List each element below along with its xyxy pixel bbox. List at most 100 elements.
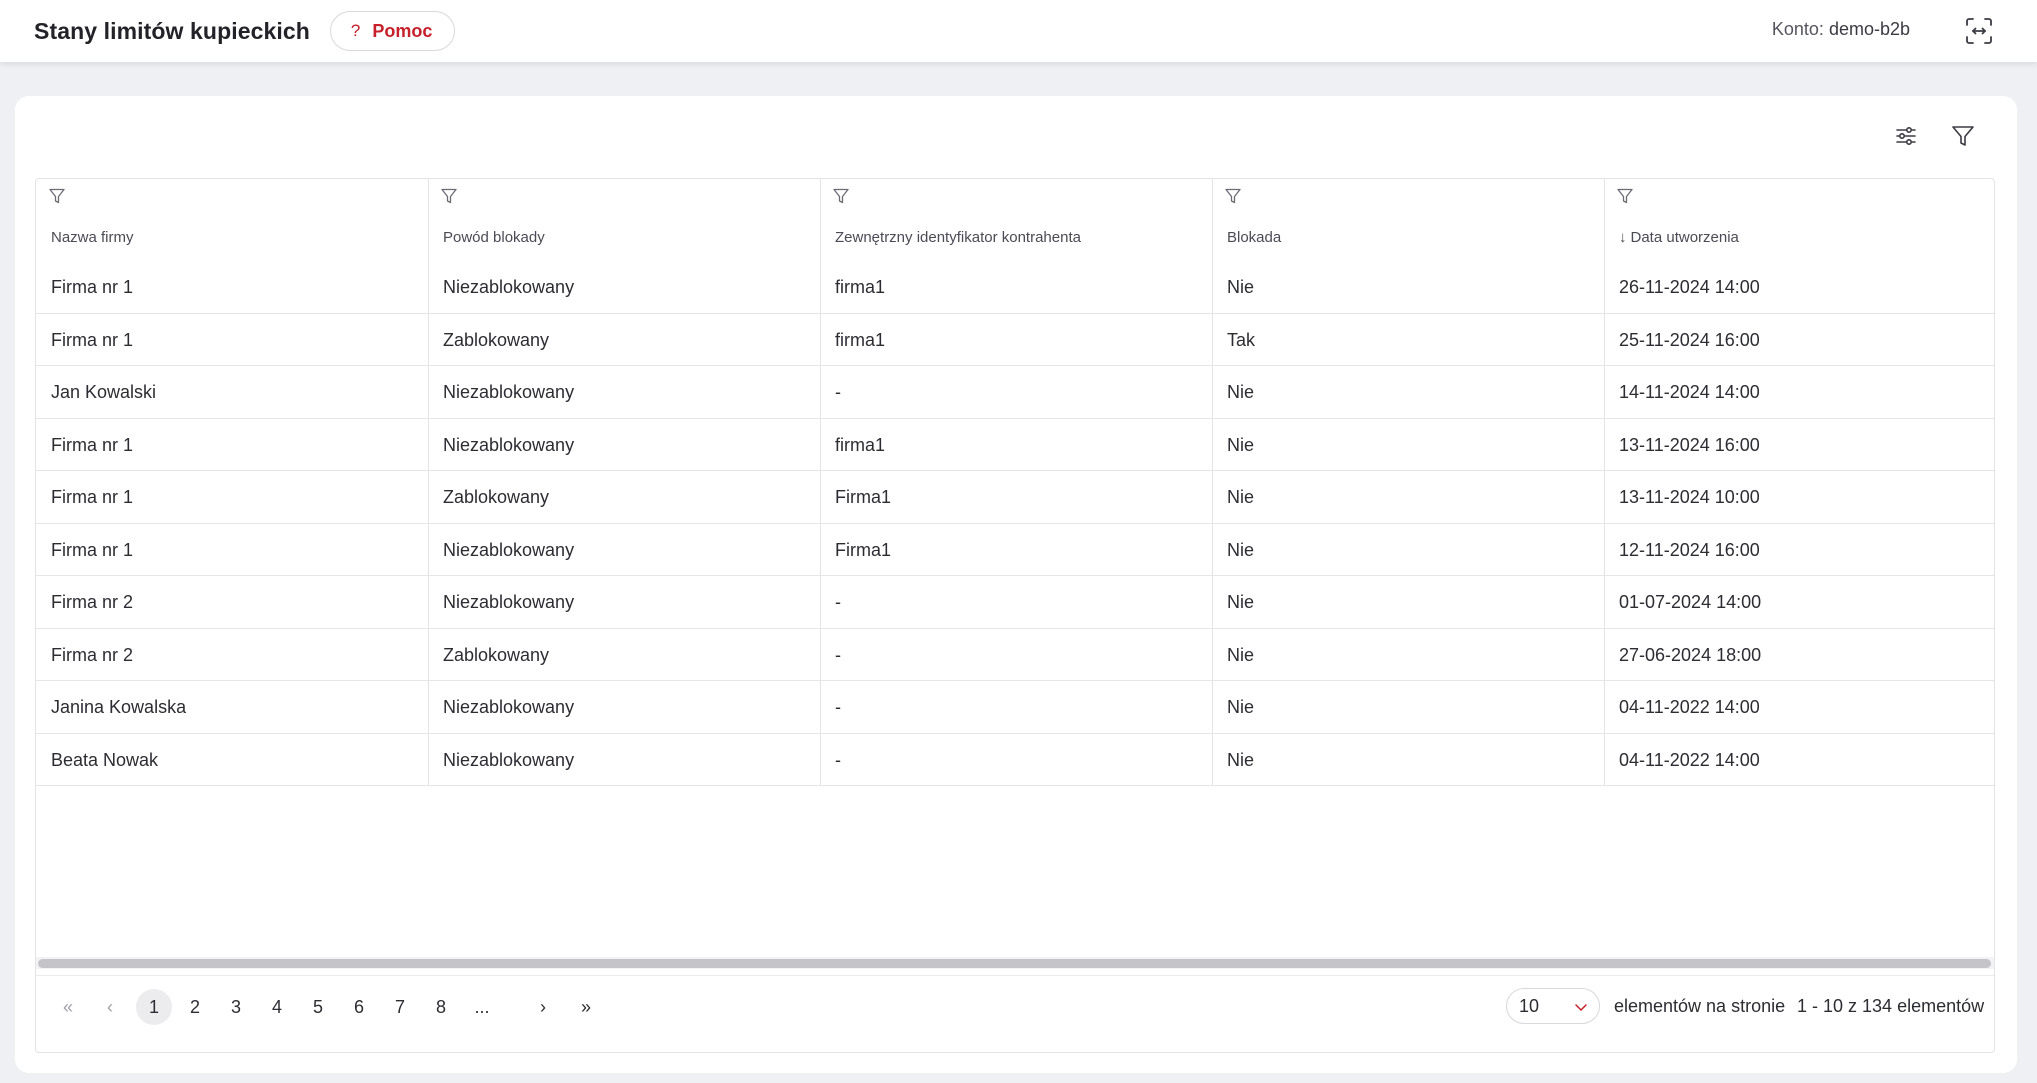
table-cell: 27-06-2024 18:00 xyxy=(1619,644,1762,665)
page-ellipsis: ... xyxy=(474,997,490,1017)
column-header[interactable]: ↓ Data utworzenia xyxy=(1604,179,1994,261)
table-row[interactable]: Firma nr 1 Niezablokowany Firma1 Nie 12-11-2… xyxy=(36,524,1994,576)
table-cell: Firma nr 2 xyxy=(51,592,134,612)
table-cell: firma1 xyxy=(835,329,886,350)
table-cell: Beata Nowak xyxy=(51,749,159,770)
table-cell: 12-11-2024 16:00 xyxy=(1619,539,1760,560)
table-cell: 04-11-2022 14:00 xyxy=(1619,749,1760,770)
table-cell: Nie xyxy=(1227,592,1255,612)
horizontal-scrollbar[interactable] xyxy=(36,957,1994,969)
table-cell: Niezablokowany xyxy=(443,277,575,297)
column-header[interactable]: Zewnętrzny identyfikator kontrahenta xyxy=(820,179,1212,261)
table-cell: 25-11-2024 16:00 xyxy=(1619,329,1760,350)
table-cell: 26-11-2024 14:00 xyxy=(1619,277,1760,297)
table-row[interactable]: Firma nr 1 Zablokowany Firma1 Nie 13-11-2024… xyxy=(36,471,1994,524)
table-cell: - xyxy=(835,697,841,717)
table-cell: - xyxy=(835,592,841,612)
page-title: Stany limitów kupieckich xyxy=(34,17,310,44)
prev-page-button[interactable]: ‹ xyxy=(92,989,128,1025)
page-button[interactable]: 8 xyxy=(423,989,459,1025)
column-header-text: Blokada xyxy=(1227,229,1282,246)
column-filter-icon[interactable] xyxy=(832,187,852,207)
column-header-label: Zewnętrzny identyfikator kontrahenta xyxy=(835,229,1081,246)
table-cell: Nie xyxy=(1227,487,1255,507)
table-cell: 04-11-2022 14:00 xyxy=(1619,697,1760,717)
table-header: Nazwa firmy Powód blokady Zewnętrzny ident… xyxy=(36,179,1994,261)
column-filter-icon[interactable] xyxy=(48,187,68,207)
table-cell: Nie xyxy=(1227,644,1255,665)
column-filter-icon[interactable] xyxy=(440,187,460,207)
table-cell: Nie xyxy=(1227,382,1255,402)
table-cell: Firma1 xyxy=(835,539,892,560)
table-cell: Zablokowany xyxy=(443,487,550,507)
account-value: demo-b2b xyxy=(1828,19,1910,39)
table-row[interactable]: Beata Nowak Niezablokowany - Nie 04-11-2022 … xyxy=(36,734,1994,786)
page-button[interactable]: 5 xyxy=(300,989,336,1025)
table-cell: Niezablokowany xyxy=(443,382,575,402)
chevron-down-icon xyxy=(1573,999,1589,1015)
table-cell: - xyxy=(835,749,841,770)
table-cell: Jan Kowalski xyxy=(51,382,157,402)
column-header-text: Zewnętrzny identyfikator kontrahenta xyxy=(835,229,1081,246)
column-header[interactable]: Nazwa firmy xyxy=(36,179,428,261)
column-filter-icon[interactable] xyxy=(1616,187,1636,207)
table-cell: 13-11-2024 16:00 xyxy=(1619,434,1760,455)
page-button[interactable]: 3 xyxy=(218,989,254,1025)
table-row[interactable]: Firma nr 2 Niezablokowany - Nie 01-07-2024 1… xyxy=(36,576,1994,629)
table-cell: Firma nr 2 xyxy=(51,644,134,665)
help-button[interactable]: ? Pomoc xyxy=(329,11,456,51)
range-label: 1 - 10 z 134 elementów xyxy=(1797,996,1985,1016)
last-page-button[interactable]: » xyxy=(568,989,604,1025)
table-cell: Niezablokowany xyxy=(443,749,575,770)
table-cell: Zablokowany xyxy=(443,644,550,665)
help-button-label: Pomoc xyxy=(372,20,433,41)
table-cell: Firma nr 1 xyxy=(51,329,134,350)
column-header-label: Powód blokady xyxy=(443,229,545,246)
table-cell: Niezablokowany xyxy=(443,539,575,560)
table-cell: Firma nr 1 xyxy=(51,539,134,560)
table-cell: Nie xyxy=(1227,539,1255,560)
fullscreen-icon[interactable] xyxy=(1963,15,1995,47)
column-header-text: Powód blokady xyxy=(443,229,545,246)
page-button[interactable]: 4 xyxy=(259,989,295,1025)
table-cell: Niezablokowany xyxy=(443,697,575,717)
account-label: Konto: xyxy=(1771,19,1824,39)
table-cell: - xyxy=(835,382,841,402)
table-cell: firma1 xyxy=(835,277,886,297)
filter-icon[interactable] xyxy=(1945,118,1981,154)
column-header[interactable]: Blokada xyxy=(1212,179,1604,261)
data-grid: Nazwa firmy Powód blokady Zewnętrzny ident… xyxy=(35,178,1995,1053)
page-button[interactable]: 1 xyxy=(136,989,172,1025)
page-button[interactable]: 6 xyxy=(341,989,377,1025)
table-cell: Nie xyxy=(1227,697,1255,717)
table-cell: Niezablokowany xyxy=(443,434,575,455)
account-info: Konto: demo-b2b xyxy=(1772,19,1910,40)
table-row[interactable]: Jan Kowalski Niezablokowany - Nie 14-11-2024… xyxy=(36,366,1994,419)
column-header-text: Data utworzenia xyxy=(1630,229,1739,246)
table-cell: Firma nr 1 xyxy=(51,434,134,455)
table-cell: Nie xyxy=(1227,434,1255,455)
column-filter-icon[interactable] xyxy=(1224,187,1244,207)
table-cell: - xyxy=(835,644,841,665)
table-cell: 13-11-2024 10:00 xyxy=(1619,487,1760,507)
table-row[interactable]: Firma nr 1 Niezablokowany firma1 Nie 26-11-2… xyxy=(36,261,1994,314)
table-cell: Nie xyxy=(1227,277,1255,297)
page-button[interactable]: 7 xyxy=(382,989,418,1025)
column-header[interactable]: Powód blokady xyxy=(428,179,820,261)
content-card: Nazwa firmy Powód blokady Zewnętrzny ident… xyxy=(15,96,2017,1073)
table-row[interactable]: Firma nr 1 Niezablokowany firma1 Nie 13-11-2… xyxy=(36,419,1994,471)
sliders-icon[interactable] xyxy=(1888,118,1924,154)
page-size-label: elementów na stronie xyxy=(1614,996,1786,1016)
page-size-select[interactable]: 10 xyxy=(1506,988,1600,1024)
table-cell: 14-11-2024 14:00 xyxy=(1619,382,1760,402)
next-page-button[interactable]: › xyxy=(525,989,561,1025)
table-cell: Firma nr 1 xyxy=(51,277,134,297)
first-page-button[interactable]: « xyxy=(50,989,86,1025)
sort-arrow-icon: ↓ xyxy=(1619,229,1627,246)
table-row[interactable]: Firma nr 2 Zablokowany - Nie 27-06-2024 18:0… xyxy=(36,629,1994,681)
table-row[interactable]: Janina Kowalska Niezablokowany - Nie 04-11-2… xyxy=(36,681,1994,734)
scrollbar-thumb[interactable] xyxy=(38,959,1991,968)
column-header-label: Nazwa firmy xyxy=(51,229,134,246)
table-row[interactable]: Firma nr 1 Zablokowany firma1 Tak 25-11-2024… xyxy=(36,314,1994,366)
page-button[interactable]: 2 xyxy=(177,989,213,1025)
